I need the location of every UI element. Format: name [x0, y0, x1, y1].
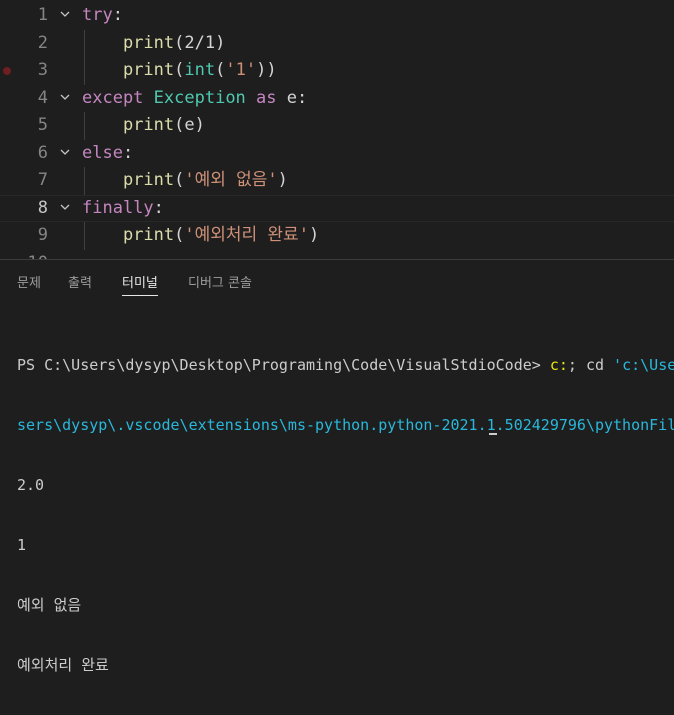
chevron-down-icon[interactable]: [58, 2, 72, 30]
code-token: '1': [225, 60, 257, 80]
indent-guide: [84, 167, 85, 195]
code-text: print('예외처리 완료'): [82, 222, 319, 250]
code-text: except Exception as e:: [82, 85, 307, 113]
code-token: (: [215, 60, 226, 80]
tab-output[interactable]: 출력: [68, 273, 92, 295]
code-token: (: [174, 170, 185, 190]
panel-tabs: 문제 출력 터미널 디버그 콘솔: [0, 260, 674, 308]
chevron-down-icon[interactable]: [58, 195, 72, 223]
indent-guide: [84, 222, 85, 250]
terminal-output-line: 2.0: [17, 476, 45, 494]
terminal-output-line: 예외처리 완료: [17, 656, 109, 674]
code-line[interactable]: 10: [0, 250, 674, 260]
line-number: 2: [37, 32, 48, 53]
code-token: (2/1): [174, 32, 226, 53]
code-token: as: [256, 87, 277, 108]
code-text: print(2/1): [82, 30, 225, 58]
code-line[interactable]: 9 print('예외처리 완료'): [0, 222, 674, 250]
code-line[interactable]: 2 print(2/1): [0, 30, 674, 58]
tab-problems[interactable]: 문제: [17, 273, 41, 295]
terminal-command-line: PS C:\Users\dysyp\Desktop\Programing\Cod…: [17, 355, 674, 375]
code-line[interactable]: 5 print(e): [0, 112, 674, 140]
terminal-prompt: PS C:\Users\dysyp\Desktop\Programing\Cod…: [17, 356, 550, 374]
line-number: 8: [37, 197, 48, 218]
code-text: try:: [82, 2, 123, 30]
code-token: print: [122, 60, 175, 80]
code-text: print(e): [82, 112, 205, 140]
code-text: else:: [82, 140, 133, 168]
code-token: except: [82, 87, 144, 108]
line-number: 5: [37, 115, 48, 135]
code-token: ): [308, 225, 320, 245]
line-number: 1: [37, 5, 48, 25]
code-token: print: [122, 115, 175, 135]
line-number: 9: [37, 225, 48, 245]
terminal-command-path: 'c:\Users\dysyp: [613, 356, 674, 374]
code-line[interactable]: 8 finally:: [0, 195, 674, 223]
terminal-output[interactable]: PS C:\Users\dysyp\Desktop\Programing\Cod…: [17, 315, 674, 715]
code-text: finally:: [82, 195, 164, 223]
chevron-down-icon[interactable]: [58, 85, 72, 113]
code-token: Exception: [153, 87, 246, 108]
terminal-output-line: 1: [17, 536, 27, 554]
terminal-command-sep: ; cd: [567, 356, 614, 374]
line-number: 10: [0, 250, 48, 260]
terminal-command-continuation: sers\dysyp\.vscode\extensions\ms-python.…: [17, 416, 674, 434]
code-line[interactable]: 3 print(int('1')): [0, 57, 674, 85]
tab-terminal[interactable]: 터미널: [122, 273, 158, 296]
indent-guide: [84, 29, 85, 85]
code-editor[interactable]: 1 try: 2 print(2/1) 3 print(int('1')) 4 excep…: [0, 0, 674, 259]
terminal-command: c:: [549, 356, 568, 374]
code-token: '예외 없음': [184, 170, 278, 190]
line-number: 7: [37, 170, 48, 190]
terminal-output-line: 예외 없음: [17, 596, 82, 614]
code-token: print: [122, 32, 175, 53]
code-token: (: [174, 225, 185, 245]
indent-guide: [84, 112, 85, 140]
code-line[interactable]: 7 print('예외 없음'): [0, 167, 674, 195]
line-number: 4: [37, 87, 48, 108]
code-token: int: [184, 60, 216, 80]
code-token: '예외처리 완료': [184, 225, 309, 245]
code-token: :: [153, 197, 164, 218]
code-token: finally: [82, 197, 154, 218]
code-token: ): [277, 170, 288, 190]
code-line[interactable]: 1 try:: [0, 2, 674, 30]
code-token: (e): [174, 115, 205, 135]
code-token: print: [122, 225, 175, 245]
tab-debug-console[interactable]: 디버그 콘솔: [188, 273, 252, 295]
code-line[interactable]: 4 except Exception as e:: [0, 85, 674, 113]
code-token: :: [112, 5, 123, 25]
code-token: print: [122, 170, 175, 190]
code-token: else: [82, 142, 123, 163]
bottom-panel: 문제 출력 터미널 디버그 콘솔 PS C:\Users\dysyp\Deskt…: [0, 259, 674, 674]
code-token: :: [122, 142, 134, 163]
code-token: (: [174, 60, 185, 80]
code-token: e:: [276, 87, 308, 108]
code-line[interactable]: 6 else:: [0, 140, 674, 168]
line-number: 3: [37, 60, 48, 80]
code-text: print(int('1')): [82, 57, 277, 85]
code-token: try: [82, 5, 113, 25]
chevron-down-icon[interactable]: [58, 140, 72, 168]
code-token: )): [256, 60, 277, 80]
line-number: 6: [37, 142, 48, 163]
code-text: print('예외 없음'): [82, 167, 288, 195]
